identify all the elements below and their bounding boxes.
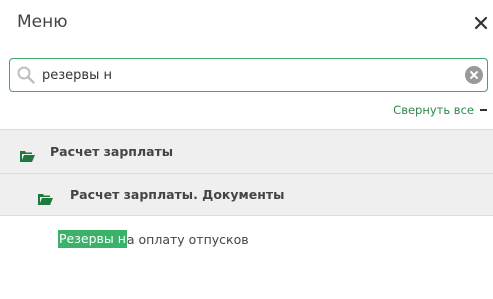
search-input[interactable] <box>42 64 457 86</box>
clear-icon[interactable] <box>465 66 483 84</box>
minus-icon <box>480 109 487 111</box>
folder-open-icon <box>38 190 53 205</box>
search-result-rest: а оплату отпусков <box>126 231 249 247</box>
search-match-highlight: Резервы н <box>58 230 127 248</box>
tree-group-label: Расчет зарплаты. Документы <box>70 187 285 202</box>
collapse-all-button[interactable]: Свернуть все <box>393 103 487 117</box>
folder-open-icon <box>20 147 35 162</box>
menu-title: Меню <box>17 12 68 32</box>
search-result-item[interactable]: Резервы на оплату отпусков <box>58 230 249 248</box>
search-box <box>9 58 488 92</box>
search-icon <box>17 66 35 84</box>
tree-group-payroll[interactable]: Расчет зарплаты <box>0 129 493 173</box>
menu-header: Меню <box>0 0 493 48</box>
tree-group-label: Расчет зарплаты <box>50 144 174 159</box>
close-icon[interactable] <box>474 12 490 32</box>
collapse-all-label: Свернуть все <box>393 103 474 117</box>
tree-group-payroll-documents[interactable]: Расчет зарплаты. Документы <box>0 173 493 216</box>
